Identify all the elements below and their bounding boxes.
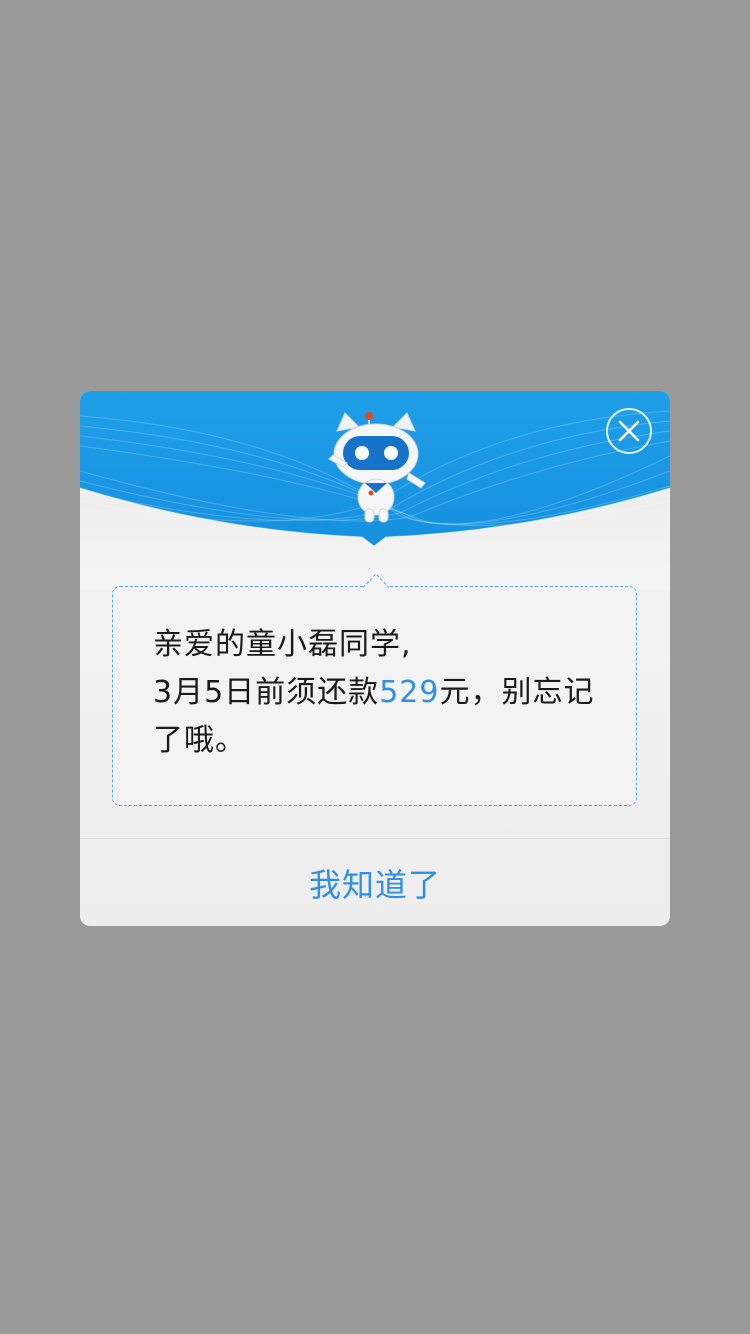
message-box: 亲爱的童小磊同学, 3月5日前须还款529元，别忘记 了哦。 xyxy=(112,573,637,806)
repayment-amount: 529 xyxy=(379,675,440,710)
greeting-line: 亲爱的童小磊同学, xyxy=(153,627,412,662)
closing-line: 了哦。 xyxy=(153,723,246,758)
got-it-button[interactable]: 我知道了 xyxy=(80,839,670,926)
message-pointer xyxy=(363,573,389,588)
repayment-line-prefix: 3月5日前须还款 xyxy=(153,675,380,710)
repayment-line-suffix: 元，别忘记 xyxy=(439,675,595,710)
close-icon xyxy=(618,420,640,442)
reminder-message: 亲爱的童小磊同学, 3月5日前须还款529元，别忘记 了哦。 xyxy=(153,621,613,765)
robot-cat-mascot-icon xyxy=(323,411,429,523)
repayment-reminder-dialog: 亲爱的童小磊同学, 3月5日前须还款529元，别忘记 了哦。 我知道了 xyxy=(80,391,670,926)
close-button[interactable] xyxy=(606,408,652,454)
dialog-header-banner xyxy=(80,391,670,591)
repayment-line: 3月5日前须还款529元，别忘记 xyxy=(153,669,613,717)
